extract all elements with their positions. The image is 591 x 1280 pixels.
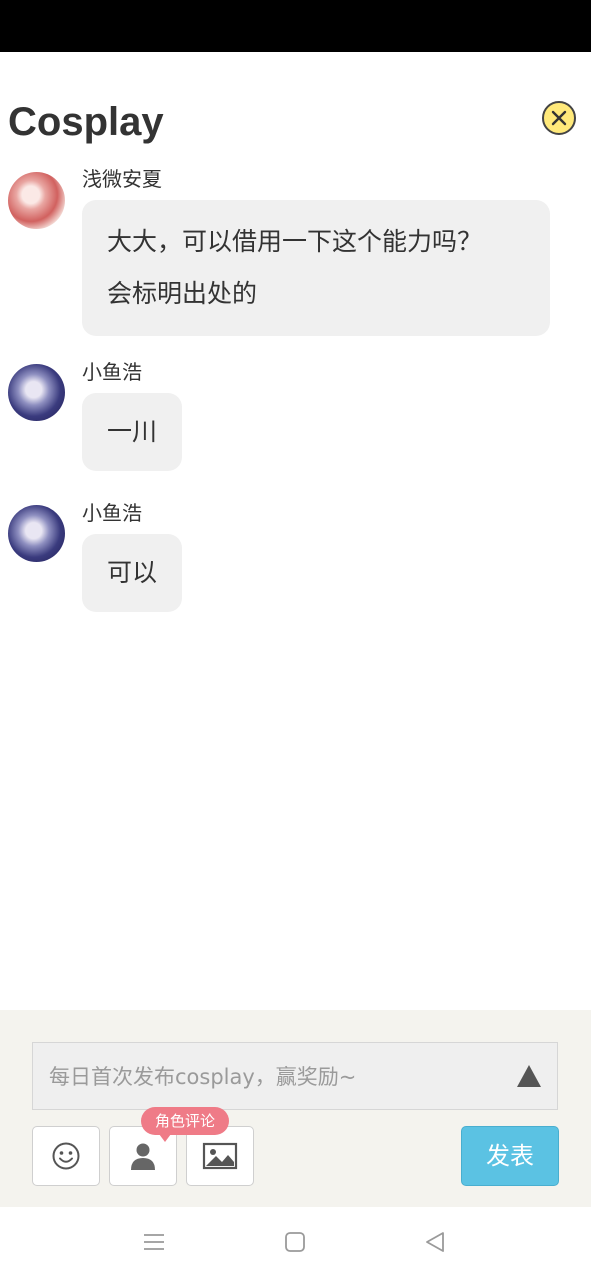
close-icon bbox=[551, 110, 567, 126]
comment-username[interactable]: 小鱼浩 bbox=[82, 501, 142, 525]
comment-input[interactable] bbox=[47, 1043, 511, 1111]
image-button[interactable] bbox=[186, 1126, 254, 1186]
comment-text-line: 一川 bbox=[107, 417, 158, 446]
system-nav-bar bbox=[0, 1207, 591, 1280]
menu-icon bbox=[144, 1234, 164, 1250]
expand-arrow-icon[interactable] bbox=[517, 1065, 541, 1087]
page-title: Cosplay bbox=[8, 100, 164, 144]
avatar[interactable] bbox=[8, 505, 65, 562]
comment-text-line: 会标明出处的 bbox=[107, 279, 258, 308]
status-bar bbox=[0, 0, 591, 52]
close-button[interactable] bbox=[542, 101, 576, 135]
header: Cosplay bbox=[0, 52, 591, 162]
publish-button[interactable]: 发表 bbox=[461, 1126, 559, 1186]
nav-menu-button[interactable] bbox=[143, 1231, 165, 1257]
comment-text-line: 大大，可以借用一下这个能力吗？ bbox=[107, 227, 483, 256]
comment-input-box bbox=[32, 1042, 558, 1111]
avatar[interactable] bbox=[8, 364, 65, 421]
comment-bubble: 可以 bbox=[82, 534, 183, 612]
image-icon bbox=[202, 1142, 238, 1170]
comment-username[interactable]: 小鱼浩 bbox=[82, 360, 142, 384]
comment-composer: 角色评论 发表 bbox=[0, 1010, 591, 1207]
emoji-button[interactable] bbox=[32, 1126, 100, 1186]
comment-bubble: 一川 bbox=[82, 393, 183, 471]
avatar[interactable] bbox=[8, 172, 65, 229]
home-square-icon bbox=[285, 1232, 305, 1252]
comment-username[interactable]: 浅微安夏 bbox=[82, 167, 162, 191]
comment-text-line: 可以 bbox=[107, 558, 158, 587]
role-comment-badge: 角色评论 bbox=[141, 1107, 230, 1142]
back-triangle-icon bbox=[426, 1232, 444, 1252]
nav-back-button[interactable] bbox=[424, 1231, 446, 1257]
comment-bubble: 大大，可以借用一下这个能力吗？ 会标明出处的 bbox=[82, 200, 550, 336]
person-icon bbox=[131, 1143, 155, 1170]
nav-home-button[interactable] bbox=[284, 1231, 306, 1257]
emoji-icon bbox=[52, 1142, 80, 1170]
